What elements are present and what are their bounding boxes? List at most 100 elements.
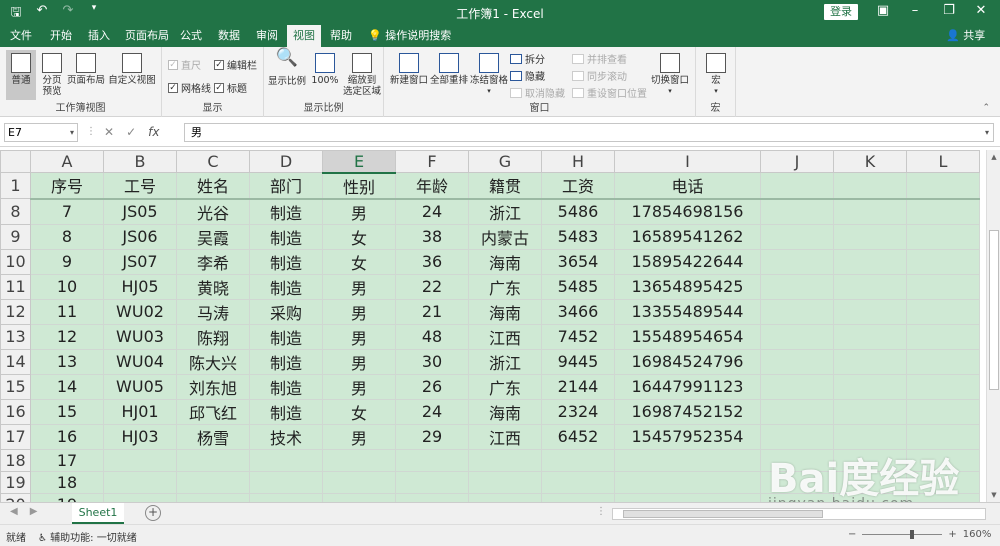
scroll-up-icon[interactable]: ▲ <box>987 150 1000 164</box>
cell-l[interactable] <box>906 348 980 375</box>
cell-f[interactable] <box>395 492 469 502</box>
cell-i[interactable] <box>614 470 761 494</box>
cell-k[interactable] <box>833 298 907 325</box>
cell-e[interactable] <box>322 470 396 494</box>
zoom-level[interactable]: 160% <box>963 529 992 540</box>
cell-j[interactable] <box>760 248 834 275</box>
cell-l[interactable] <box>906 298 980 325</box>
tab-file[interactable]: 文件 <box>6 25 36 47</box>
cell-c[interactable]: 李希 <box>176 248 250 275</box>
login-button[interactable]: 登录 <box>824 4 858 20</box>
select-all-corner[interactable] <box>0 150 31 173</box>
cell-d[interactable] <box>249 470 323 494</box>
gridlines-checkbox[interactable]: ✓ 网格线 <box>168 80 211 95</box>
row-header[interactable]: 19 <box>0 470 31 494</box>
cell-c[interactable]: 邱飞红 <box>176 398 250 425</box>
header-cell-j[interactable] <box>760 172 834 200</box>
insert-function-icon[interactable]: fx <box>148 125 159 139</box>
cell-b[interactable]: WU05 <box>103 373 177 400</box>
cell-k[interactable] <box>833 273 907 300</box>
cell-a[interactable]: 8 <box>30 223 104 250</box>
cell-i[interactable]: 16984524796 <box>614 348 761 375</box>
cell-j[interactable] <box>760 373 834 400</box>
cell-d[interactable]: 制造 <box>249 373 323 400</box>
cell-e[interactable]: 男 <box>322 323 396 350</box>
cell-i[interactable]: 16447991123 <box>614 373 761 400</box>
cell-g[interactable]: 内蒙古 <box>468 223 542 250</box>
cell-g[interactable] <box>468 492 542 502</box>
cell-h[interactable]: 2144 <box>541 373 615 400</box>
expand-formula-bar-icon[interactable]: ▾ <box>985 124 989 141</box>
header-cell-h[interactable]: 工资 <box>541 172 615 200</box>
cell-l[interactable] <box>906 273 980 300</box>
cell-c[interactable]: 陈大兴 <box>176 348 250 375</box>
horizontal-scrollbar[interactable] <box>612 508 986 520</box>
cell-b[interactable] <box>103 470 177 494</box>
cell-f[interactable]: 26 <box>395 373 469 400</box>
cell-b[interactable]: WU04 <box>103 348 177 375</box>
next-sheet-icon[interactable]: ▶ <box>30 506 38 517</box>
cell-f[interactable]: 38 <box>395 223 469 250</box>
cell-j[interactable] <box>760 323 834 350</box>
cancel-icon[interactable]: ✕ <box>104 125 114 139</box>
cell-d[interactable] <box>249 492 323 502</box>
cell-f[interactable]: 48 <box>395 323 469 350</box>
cell-a[interactable]: 9 <box>30 248 104 275</box>
cell-h[interactable] <box>541 492 615 502</box>
ribbon-display-icon[interactable]: ▣ <box>868 3 898 18</box>
zoom-in-icon[interactable]: + <box>948 529 956 540</box>
minimize-icon[interactable]: – <box>900 3 930 18</box>
cell-a[interactable]: 13 <box>30 348 104 375</box>
cell-k[interactable] <box>833 223 907 250</box>
zoom-slider[interactable] <box>862 530 943 539</box>
cell-d[interactable]: 制造 <box>249 198 323 225</box>
cell-a[interactable]: 7 <box>30 198 104 225</box>
enter-icon[interactable]: ✓ <box>126 125 136 139</box>
zoom-button[interactable]: 🔍 显示比例 <box>268 49 306 100</box>
cell-l[interactable] <box>906 198 980 225</box>
cell-g[interactable]: 江西 <box>468 323 542 350</box>
cell-c[interactable] <box>176 470 250 494</box>
page-layout-view-button[interactable]: 页面布局 <box>66 50 106 100</box>
cell-k[interactable] <box>833 373 907 400</box>
cell-b[interactable]: HJ03 <box>103 423 177 450</box>
cell-b[interactable] <box>103 448 177 472</box>
header-cell-k[interactable] <box>833 172 907 200</box>
cell-d[interactable]: 技术 <box>249 423 323 450</box>
cell-h[interactable] <box>541 470 615 494</box>
cell-h[interactable]: 5485 <box>541 273 615 300</box>
cell-f[interactable]: 36 <box>395 248 469 275</box>
cell-g[interactable]: 广东 <box>468 273 542 300</box>
cell-a[interactable]: 17 <box>30 448 104 472</box>
column-header-i[interactable]: I <box>614 150 761 173</box>
cell-j[interactable] <box>760 223 834 250</box>
cell-i[interactable]: 13654895425 <box>614 273 761 300</box>
unhide-button[interactable]: 取消隐藏 <box>510 85 565 100</box>
accessibility-status[interactable]: ♿ 辅助功能: 一切就绪 <box>38 529 137 544</box>
cell-e[interactable]: 男 <box>322 373 396 400</box>
arrange-all-button[interactable]: 全部重排 <box>430 50 468 100</box>
cell-e[interactable]: 女 <box>322 248 396 275</box>
cell-d[interactable] <box>249 448 323 472</box>
row-header[interactable]: 14 <box>0 348 31 375</box>
cell-d[interactable]: 制造 <box>249 248 323 275</box>
cell-h[interactable]: 5486 <box>541 198 615 225</box>
column-header-k[interactable]: K <box>833 150 907 173</box>
row-header[interactable]: 12 <box>0 298 31 325</box>
custom-views-button[interactable]: 自定义视图 <box>106 50 158 100</box>
cell-i[interactable]: 16987452152 <box>614 398 761 425</box>
column-header-l[interactable]: L <box>906 150 980 173</box>
cell-a[interactable]: 11 <box>30 298 104 325</box>
tab-split-grip-icon[interactable]: ⋮ <box>596 506 606 517</box>
cell-b[interactable]: HJ01 <box>103 398 177 425</box>
header-cell-e[interactable]: 性别 <box>322 172 396 200</box>
cell-h[interactable]: 3654 <box>541 248 615 275</box>
cell-g[interactable]: 江西 <box>468 423 542 450</box>
cell-h[interactable]: 3466 <box>541 298 615 325</box>
cell-e[interactable]: 男 <box>322 273 396 300</box>
header-cell-c[interactable]: 姓名 <box>176 172 250 200</box>
cell-j[interactable] <box>760 198 834 225</box>
vertical-scrollbar[interactable]: ▲ ▼ <box>986 150 1000 502</box>
row-header[interactable]: 17 <box>0 423 31 450</box>
cell-k[interactable] <box>833 198 907 225</box>
